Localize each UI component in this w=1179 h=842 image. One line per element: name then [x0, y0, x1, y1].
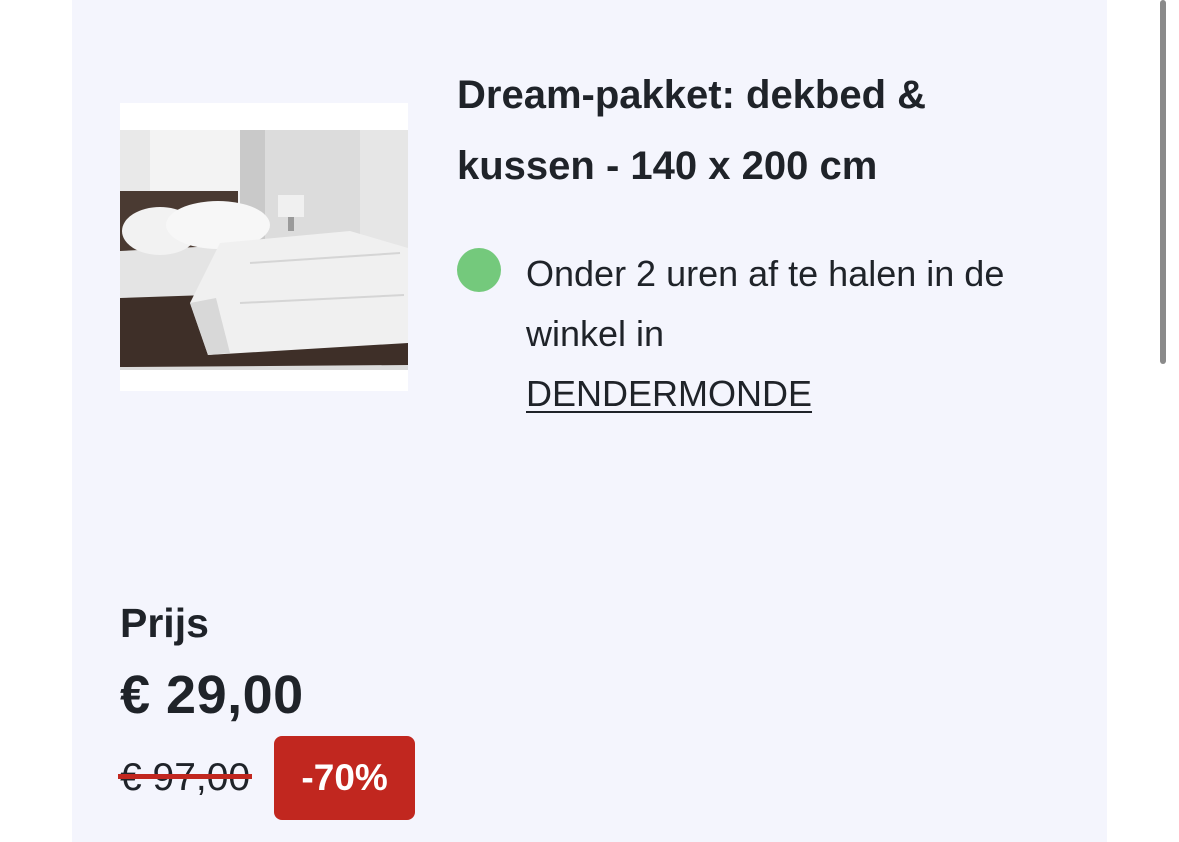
product-card: Dream-pakket: dekbed & kussen - 140 x 20…	[72, 0, 1107, 842]
availability-text: Onder 2 uren af te halen in de winkel in…	[526, 244, 1046, 424]
current-price: € 29,00	[120, 665, 304, 725]
discount-badge: -70%	[274, 736, 416, 820]
product-image[interactable]	[120, 103, 408, 391]
price-label: Prijs	[120, 600, 209, 646]
scrollbar-thumb[interactable]	[1160, 0, 1166, 364]
price-row: € 97,00 -70%	[118, 736, 416, 820]
original-price: € 97,00	[118, 736, 253, 820]
store-link[interactable]: DENDERMONDE	[526, 373, 812, 414]
product-title: Dream-pakket: dekbed & kussen - 140 x 20…	[457, 73, 927, 188]
bed-photo-icon	[120, 103, 408, 391]
availability-message: Onder 2 uren af te halen in de winkel in	[526, 253, 1005, 354]
scrollbar[interactable]	[1158, 0, 1168, 842]
availability-status-dot	[457, 248, 501, 292]
strikethrough-line	[118, 774, 253, 779]
